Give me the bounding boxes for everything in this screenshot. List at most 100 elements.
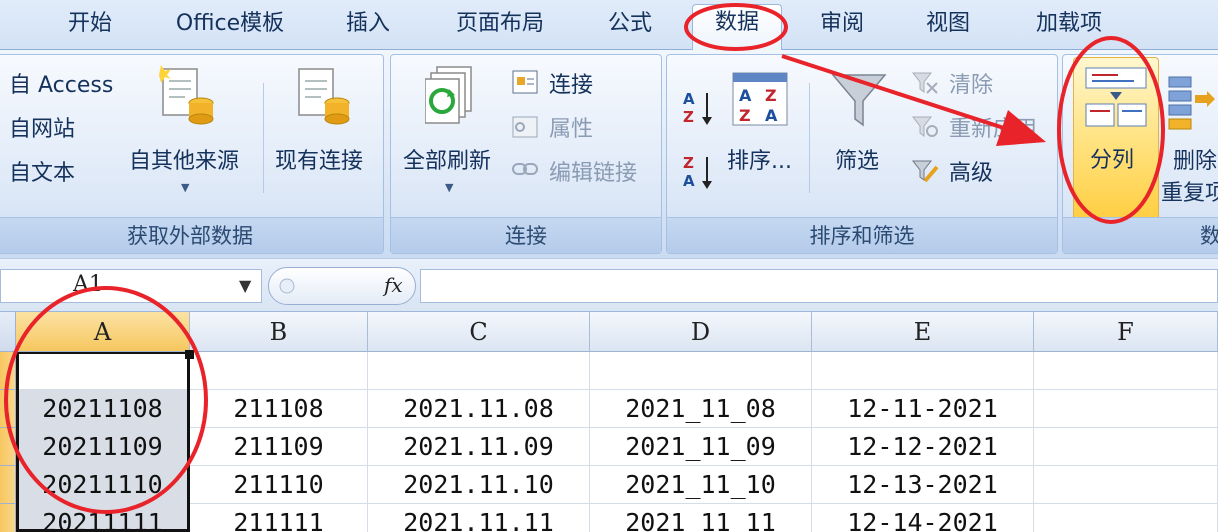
other-sources-button[interactable]: 自其他来源: [129, 143, 239, 175]
cell-e3[interactable]: 12-12-2021: [812, 428, 1034, 466]
filter-funnel-icon: [831, 74, 887, 127]
existing-connections-button[interactable]: 现有连接: [275, 143, 363, 175]
refresh-all-icon: [425, 66, 472, 124]
cell-d2[interactable]: 2021_11_08: [590, 390, 812, 428]
cell-b3[interactable]: 211109: [190, 428, 368, 466]
tab-view[interactable]: 视图: [916, 6, 980, 42]
tab-page-layout[interactable]: 页面布局: [446, 6, 554, 42]
group-title-data-tools-text: 数: [1200, 224, 1218, 248]
formula-bar: A1 ▼ fx: [0, 258, 1218, 312]
cell-f3[interactable]: [1034, 428, 1218, 466]
name-box[interactable]: A1 ▼: [0, 269, 262, 303]
cell-c1[interactable]: [368, 352, 590, 390]
column-header-c[interactable]: C: [368, 312, 590, 352]
row-header[interactable]: [0, 466, 16, 504]
select-all-corner[interactable]: [0, 312, 16, 352]
selection-border: [16, 352, 190, 532]
group-get-external-data: 自 Access 自网站 自文本 自其他来源 ▼ 现有连接 获取外部数据: [0, 54, 384, 254]
cell-f1[interactable]: [1034, 352, 1218, 390]
splitter-dot-icon: [279, 278, 295, 294]
row-header[interactable]: [0, 504, 16, 532]
chevron-down-icon[interactable]: ▼: [239, 276, 251, 295]
cell-f5[interactable]: [1034, 504, 1218, 532]
remove-duplicates-icon: [1168, 76, 1215, 130]
ribbon-tab-bar: 开始 Office模板 插入 页面布局 公式 数据 审阅 视图 加载项: [0, 0, 1218, 50]
cell-b1[interactable]: [190, 352, 368, 390]
group-connections: 全部刷新 ▼ 连接 属性 编辑链接 连接: [390, 54, 662, 254]
from-text-button[interactable]: 自文本: [9, 155, 75, 187]
remove-duplicates-label-2[interactable]: 重复项: [1161, 175, 1218, 207]
column-header-f[interactable]: F: [1034, 312, 1218, 352]
reapply-icon: [911, 116, 938, 137]
sort-button[interactable]: 排序...: [727, 143, 792, 175]
row-header[interactable]: [0, 428, 16, 466]
from-web-button[interactable]: 自网站: [9, 111, 75, 143]
tab-review[interactable]: 审阅: [810, 6, 874, 42]
row-header[interactable]: [0, 390, 16, 428]
group-sort-filter: A Z Z A A Z Z A 排序... 筛选 清除 重新应用 高级 排序和筛…: [666, 54, 1058, 254]
svg-text:Z: Z: [739, 106, 751, 125]
cell-f2[interactable]: [1034, 390, 1218, 428]
svg-text:A: A: [683, 90, 695, 108]
clear-button[interactable]: 清除: [949, 67, 993, 99]
text-to-columns-button[interactable]: 分列: [1073, 57, 1159, 227]
cell-e1[interactable]: [812, 352, 1034, 390]
column-header-e[interactable]: E: [812, 312, 1034, 352]
cell-f4[interactable]: [1034, 466, 1218, 504]
tab-add-ins[interactable]: 加载项: [1024, 6, 1114, 42]
fill-handle[interactable]: [185, 350, 194, 359]
filter-button[interactable]: 筛选: [835, 143, 879, 175]
group-title-sort-filter: 排序和筛选: [667, 217, 1057, 253]
sort-dialog-icon: A Z Z A: [732, 72, 788, 126]
properties-button[interactable]: 属性: [549, 111, 593, 143]
tab-office-templates[interactable]: Office模板: [160, 6, 300, 42]
edit-links-icon: [512, 163, 538, 175]
tab-home[interactable]: 开始: [60, 6, 120, 42]
edit-links-button[interactable]: 编辑链接: [549, 155, 637, 187]
cell-d4[interactable]: 2021_11_10: [590, 466, 812, 504]
column-header-a[interactable]: A: [16, 312, 190, 352]
column-header-d[interactable]: D: [590, 312, 812, 352]
cell-c4[interactable]: 2021.11.10: [368, 466, 590, 504]
cell-c3[interactable]: 2021.11.09: [368, 428, 590, 466]
cell-c2[interactable]: 2021.11.08: [368, 390, 590, 428]
group-data-tools: 分列 删除 重复项 数: [1062, 54, 1218, 254]
from-access-button[interactable]: 自 Access: [9, 67, 113, 99]
worksheet-grid: A B C D E F 20211108 211108 2021.11.08 2…: [0, 312, 1218, 532]
separator: [809, 83, 810, 193]
separator: [263, 83, 264, 193]
cell-d3[interactable]: 2021_11_09: [590, 428, 812, 466]
group-title-connections: 连接: [391, 217, 661, 253]
sort-z-a-icon: Z A: [683, 154, 712, 190]
group-title-external-data: 获取外部数据: [0, 217, 383, 253]
clear-filter-icon: [911, 72, 938, 94]
tab-insert[interactable]: 插入: [338, 6, 398, 42]
cell-b5[interactable]: 211111: [190, 504, 368, 532]
row-header[interactable]: [0, 352, 16, 390]
advanced-button[interactable]: 高级: [949, 155, 993, 187]
cell-e2[interactable]: 12-11-2021: [812, 390, 1034, 428]
cell-d5[interactable]: 2021_11_11: [590, 504, 812, 532]
insert-function-icon[interactable]: fx: [384, 273, 403, 297]
cell-c5[interactable]: 2021.11.11: [368, 504, 590, 532]
tab-data[interactable]: 数据: [692, 4, 782, 50]
svg-text:Z: Z: [765, 86, 777, 105]
advanced-filter-icon: [911, 160, 939, 183]
name-box-value: A1: [73, 272, 103, 297]
connections-button[interactable]: 连接: [549, 67, 593, 99]
cell-b2[interactable]: 211108: [190, 390, 368, 428]
svg-text:A: A: [765, 106, 778, 125]
cell-e4[interactable]: 12-13-2021: [812, 466, 1034, 504]
refresh-all-button[interactable]: 全部刷新: [403, 143, 491, 175]
cell-b4[interactable]: 211110: [190, 466, 368, 504]
formula-input[interactable]: [420, 269, 1218, 303]
chevron-down-icon[interactable]: ▼: [445, 181, 453, 194]
cell-d1[interactable]: [590, 352, 812, 390]
reapply-button[interactable]: 重新应用: [949, 111, 1037, 143]
column-header-b[interactable]: B: [190, 312, 368, 352]
sort-a-z-icon: A Z: [683, 90, 712, 126]
cell-e5[interactable]: 12-14-2021: [812, 504, 1034, 532]
chevron-down-icon[interactable]: ▼: [181, 181, 189, 194]
tab-formulas[interactable]: 公式: [598, 6, 662, 42]
remove-duplicates-label-1[interactable]: 删除: [1173, 143, 1217, 175]
